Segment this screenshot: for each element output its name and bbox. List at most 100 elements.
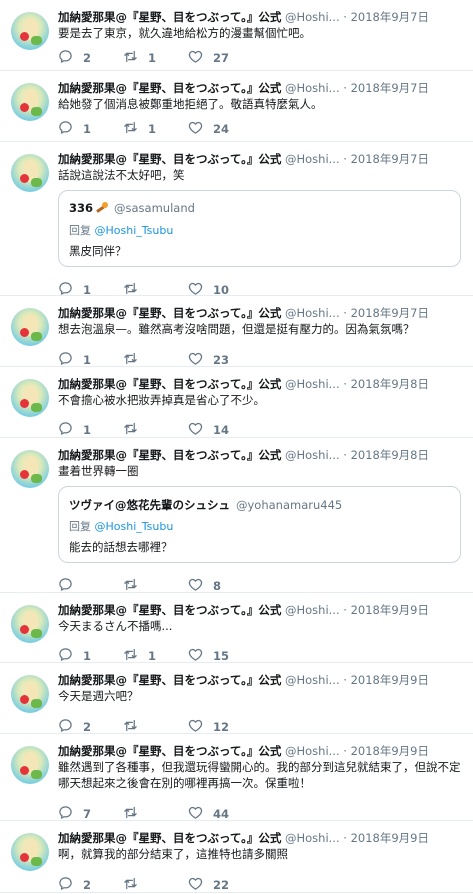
tweet-date[interactable]: 2018年9月9日 xyxy=(351,603,429,617)
tweet[interactable]: 加納愛那果@『星野、目をつぶって。』公式 @Hoshi... · 2018年9月… xyxy=(0,367,473,438)
author-handle[interactable]: @Hoshi... xyxy=(285,152,340,166)
tweet[interactable]: 加納愛那果@『星野、目をつぶって。』公式 @Hoshi... · 2018年9月… xyxy=(0,438,473,593)
like-count: 22 xyxy=(213,878,230,892)
tweet[interactable]: 加納愛那果@『星野、目をつぶって。』公式 @Hoshi... · 2018年9月… xyxy=(0,296,473,367)
retweet-button[interactable]: 1 xyxy=(123,50,156,66)
author-name[interactable]: 加納愛那果@『星野、目をつぶって。』公式 xyxy=(58,448,281,462)
reply-count: 1 xyxy=(83,649,92,663)
reply-to-link[interactable]: @Hoshi_Tsubu xyxy=(95,224,174,237)
author-handle[interactable]: @Hoshi... xyxy=(285,673,340,687)
reply-button[interactable]: 1 xyxy=(58,648,91,664)
author-name[interactable]: 加納愛那果@『星野、目をつぶって。』公式 xyxy=(58,306,281,320)
avatar[interactable] xyxy=(11,12,49,50)
tweet[interactable]: 加納愛那果@『星野、目をつぶって。』公式 @Hoshi... · 2018年9月… xyxy=(0,734,473,821)
avatar[interactable] xyxy=(11,605,49,643)
tweet[interactable]: 加納愛那果@『星野、目をつぶって。』公式 @Hoshi... · 2018年9月… xyxy=(0,142,473,297)
tweet-date[interactable]: 2018年9月9日 xyxy=(351,744,429,758)
author-handle[interactable]: @Hoshi... xyxy=(285,603,340,617)
speech-bubble-icon xyxy=(58,120,73,138)
author-name[interactable]: 加納愛那果@『星野、目をつぶって。』公式 xyxy=(58,152,281,166)
tweet[interactable]: 加納愛那果@『星野、目をつぶって。』公式 @Hoshi... · 2018年9月… xyxy=(0,663,473,734)
avatar[interactable] xyxy=(11,450,49,488)
author-name[interactable]: 加納愛那果@『星野、目をつぶって。』公式 xyxy=(58,673,281,687)
author-name[interactable]: 加納愛那果@『星野、目をつぶって。』公式 xyxy=(58,81,281,95)
tweet-date[interactable]: 2018年9月7日 xyxy=(351,81,429,95)
quoted-reply-context: 回复 @Hoshi_Tsubu xyxy=(69,520,174,533)
like-button[interactable]: 14 xyxy=(188,422,229,438)
retweet-arrows-icon xyxy=(123,120,138,138)
like-button[interactable]: 24 xyxy=(188,121,229,137)
reply-to-link[interactable]: @Hoshi_Tsubu xyxy=(95,520,174,533)
like-button[interactable]: 15 xyxy=(188,648,229,664)
retweet-count: 1 xyxy=(148,51,157,65)
author-name[interactable]: 加納愛那果@『星野、目をつぶって。』公式 xyxy=(58,831,281,845)
quoted-tweet[interactable]: 336 @sasamuland 回复 @Hoshi_Tsubu 黑皮同伴？ xyxy=(58,190,461,267)
like-button[interactable]: 22 xyxy=(188,877,229,893)
tweet[interactable]: 加納愛那果@『星野、目をつぶって。』公式 @Hoshi... · 2018年9月… xyxy=(0,593,473,663)
author-name[interactable]: 加納愛那果@『星野、目をつぶって。』公式 xyxy=(58,744,281,758)
reply-count: 7 xyxy=(83,807,92,821)
retweet-button[interactable] xyxy=(123,719,148,735)
tweet[interactable]: 加納愛那果@『星野、目をつぶって。』公式 @Hoshi... · 2018年9月… xyxy=(0,71,473,142)
reply-button[interactable]: 2 xyxy=(58,877,91,893)
author-name[interactable]: 加納愛那果@『星野、目をつぶって。』公式 xyxy=(58,377,281,391)
author-handle[interactable]: @Hoshi... xyxy=(285,306,340,320)
retweet-button[interactable] xyxy=(123,352,148,368)
retweet-arrows-icon xyxy=(123,49,138,67)
tweet[interactable]: 加納愛那果@『星野、目をつぶって。』公式 @Hoshi... · 2018年9月… xyxy=(0,821,473,893)
tweet-date[interactable]: 2018年9月8日 xyxy=(351,377,429,391)
retweet-button[interactable]: 1 xyxy=(123,648,156,664)
reply-button[interactable] xyxy=(58,578,83,594)
tweet[interactable]: 加納愛那果@『星野、目をつぶって。』公式 @Hoshi... · 2018年9月… xyxy=(0,0,473,71)
like-button[interactable]: 8 xyxy=(188,578,221,594)
tweet-date[interactable]: 2018年9月9日 xyxy=(351,831,429,845)
retweet-button[interactable]: 1 xyxy=(123,121,156,137)
tweet-date[interactable]: 2018年9月9日 xyxy=(351,673,429,687)
reply-button[interactable]: 7 xyxy=(58,806,91,822)
like-button[interactable]: 23 xyxy=(188,352,229,368)
reply-button[interactable]: 2 xyxy=(58,50,91,66)
reply-count: 2 xyxy=(83,878,92,892)
tweet-header: 加納愛那果@『星野、目をつぶって。』公式 @Hoshi... · 2018年9月… xyxy=(58,602,465,618)
avatar[interactable] xyxy=(11,308,49,346)
separator-dot: · xyxy=(343,377,347,391)
tweet-date[interactable]: 2018年9月7日 xyxy=(351,10,429,24)
reply-button[interactable]: 1 xyxy=(58,352,91,368)
retweet-button[interactable] xyxy=(123,806,148,822)
like-button[interactable]: 12 xyxy=(188,719,229,735)
tweet-date[interactable]: 2018年9月8日 xyxy=(351,448,429,462)
tweet-header: 加納愛那果@『星野、目をつぶって。』公式 @Hoshi... · 2018年9月… xyxy=(58,447,465,463)
reply-count: 1 xyxy=(83,423,92,437)
avatar[interactable] xyxy=(11,746,49,784)
author-name[interactable]: 加納愛那果@『星野、目をつぶって。』公式 xyxy=(58,10,281,24)
avatar[interactable] xyxy=(11,83,49,121)
avatar[interactable] xyxy=(11,833,49,871)
like-button[interactable]: 27 xyxy=(188,50,229,66)
reply-button[interactable]: 2 xyxy=(58,719,91,735)
tweet-date[interactable]: 2018年9月7日 xyxy=(351,152,429,166)
author-handle[interactable]: @Hoshi... xyxy=(285,10,340,24)
tweet-text: 要是去了東京，就久違地給松方的漫畫幫個忙吧。 xyxy=(58,26,311,40)
quoted-tweet-text: 能去的話想去哪裡？ xyxy=(69,540,173,554)
avatar[interactable] xyxy=(11,675,49,713)
tweet-text: 今天まるさん不播嗎... xyxy=(58,619,173,633)
retweet-button[interactable] xyxy=(123,578,148,594)
avatar[interactable] xyxy=(11,154,49,192)
author-name[interactable]: 加納愛那果@『星野、目をつぶって。』公式 xyxy=(58,603,281,617)
separator-dot: · xyxy=(343,448,347,462)
quoted-tweet-text: 黑皮同伴？ xyxy=(69,244,127,258)
retweet-button[interactable] xyxy=(123,422,148,438)
author-handle[interactable]: @Hoshi... xyxy=(285,744,340,758)
author-handle[interactable]: @Hoshi... xyxy=(285,377,340,391)
tweet-date[interactable]: 2018年9月7日 xyxy=(351,306,429,320)
author-handle[interactable]: @Hoshi... xyxy=(285,448,340,462)
author-handle[interactable]: @Hoshi... xyxy=(285,831,340,845)
quoted-tweet[interactable]: ツヴァイ@悠花先輩のシュシュ @yohanamaru445 回复 @Hoshi_Ts… xyxy=(58,486,461,563)
author-handle[interactable]: @Hoshi... xyxy=(285,81,340,95)
avatar[interactable] xyxy=(11,379,49,417)
retweet-button[interactable] xyxy=(123,877,148,893)
reply-button[interactable]: 1 xyxy=(58,422,91,438)
like-count: 12 xyxy=(213,720,230,734)
reply-button[interactable]: 1 xyxy=(58,121,91,137)
like-button[interactable]: 44 xyxy=(188,806,229,822)
